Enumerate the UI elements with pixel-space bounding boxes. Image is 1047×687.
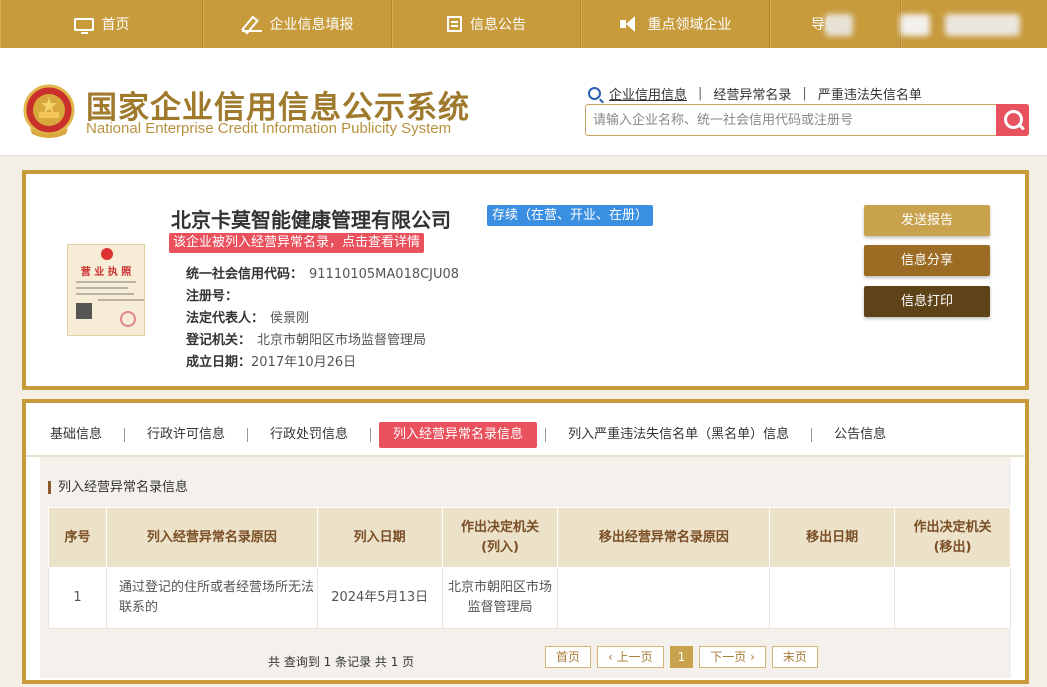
last-page-button[interactable]: 末页: [771, 646, 818, 668]
license-label: 营 业 执 照: [80, 267, 132, 278]
search-box: [585, 104, 1029, 136]
stamp-icon: [120, 311, 136, 327]
search-button[interactable]: [996, 104, 1029, 136]
redacted-area: [900, 14, 930, 36]
nav-filing-label: 企业信息填报: [269, 17, 354, 33]
abnormal-notice-link[interactable]: 该企业被列入经营异常名录，点击查看详情: [169, 233, 425, 253]
nav-announcements-label: 信息公告: [470, 17, 526, 33]
cell-authority-out: [894, 567, 1011, 629]
table-header-row: 序号 列入经营异常名录原因 列入日期 作出决定机关 (列入) 移出经营异常名录原…: [48, 507, 1011, 568]
nav-announcements[interactable]: 信息公告: [392, 0, 581, 48]
share-info-button[interactable]: 信息分享: [864, 245, 990, 276]
first-page-button[interactable]: 首页: [545, 646, 592, 668]
tab-admin-penalty[interactable]: 行政处罚信息: [256, 422, 362, 448]
col-header-index: 序号: [48, 507, 107, 568]
link-abnormal-list[interactable]: 经营异常名录: [713, 84, 791, 103]
detail-panel: 基础信息 行政许可信息 行政处罚信息 列入经营异常名录信息 列入严重违法失信名单…: [22, 399, 1029, 684]
search-type-links: 企业信用信息 | 经营异常名录 | 严重违法失信名单: [588, 84, 922, 103]
document-icon: [447, 16, 462, 32]
info-credit-code: 统一社会信用代码： 91110105MA018CJU08: [186, 267, 460, 282]
top-navigation: 首页 企业信息填报 信息公告 重点领域企业 导航: [0, 0, 1047, 48]
col-header-removal-date: 移出日期: [769, 507, 896, 568]
pagination: 首页 ‹ 上一页 1 下一页 › 末页: [545, 646, 818, 668]
info-tabs: 基础信息 行政许可信息 行政处罚信息 列入经营异常名录信息 列入严重违法失信名单…: [26, 413, 1025, 457]
prev-page-button[interactable]: ‹ 上一页: [597, 646, 664, 668]
current-page[interactable]: 1: [669, 646, 694, 668]
section-title: 列入经营异常名录信息: [48, 481, 188, 494]
col-header-reason: 列入经营异常名录原因: [105, 507, 318, 568]
col-header-authority-in: 作出决定机关 (列入): [441, 507, 559, 568]
info-reg-authority: 登记机关： 北京市朝阳区市场监督管理局: [186, 333, 427, 348]
col-header-authority-out: 作出决定机关 (移出): [894, 507, 1011, 568]
cell-index: 1: [48, 567, 107, 629]
link-blacklist[interactable]: 严重违法失信名单: [818, 84, 922, 103]
tab-basic-info[interactable]: 基础信息: [36, 422, 116, 448]
tab-admin-license[interactable]: 行政许可信息: [133, 422, 239, 448]
info-founded-date: 成立日期：2017年10月26日: [186, 355, 357, 370]
company-name: 北京卡莫智能健康管理有限公司: [171, 208, 451, 232]
redacted-area: [825, 14, 853, 36]
col-header-date: 列入日期: [316, 507, 443, 568]
speaker-icon: [619, 16, 640, 32]
tab-announcements[interactable]: 公告信息: [820, 422, 900, 448]
nav-home[interactable]: 首页: [0, 0, 203, 48]
abnormal-list-section: 列入经营异常名录信息 序号 列入经营异常名录原因 列入日期 作出决定机关 (列入…: [40, 457, 1011, 678]
nav-key-sectors[interactable]: 重点领域企业: [581, 0, 770, 48]
redacted-area: [945, 14, 1020, 36]
business-license-image[interactable]: 营 业 执 照: [67, 244, 145, 336]
search-input[interactable]: [586, 105, 986, 135]
record-count: 共 查询到 1 条记录 共 1 页: [268, 655, 415, 669]
status-badge: 存续（在营、开业、在册）: [487, 205, 654, 226]
info-reg-number: 注册号：: [186, 289, 239, 304]
tab-blacklist[interactable]: 列入严重违法失信名单（黑名单）信息: [554, 422, 803, 448]
cell-removal-date: [769, 567, 896, 629]
qr-code-icon: [76, 303, 92, 319]
pen-icon: [241, 16, 262, 32]
link-enterprise-credit[interactable]: 企业信用信息: [609, 84, 687, 103]
nav-key-sectors-label: 重点领域企业: [647, 17, 732, 33]
cell-reason: 通过登记的住所或者经营场所无法联系的: [105, 567, 318, 629]
search-icon: [588, 87, 601, 100]
cell-authority-in: 北京市朝阳区市场监督管理局: [441, 567, 559, 629]
monitor-icon: [73, 17, 94, 34]
info-legal-rep: 法定代表人： 侯景刚: [186, 311, 310, 326]
print-info-button[interactable]: 信息打印: [864, 286, 990, 317]
next-page-button[interactable]: 下一页 ›: [699, 646, 766, 668]
nav-home-label: 首页: [101, 17, 130, 33]
national-emblem-icon[interactable]: [22, 84, 76, 140]
site-title-en: National Enterprise Credit Information P…: [86, 120, 452, 137]
table-row: 1 通过登记的住所或者经营场所无法联系的 2024年5月13日 北京市朝阳区市场…: [48, 567, 1011, 629]
nav-enterprise-filing[interactable]: 企业信息填报: [203, 0, 392, 48]
company-card: 营 业 执 照 北京卡莫智能健康管理有限公司 存续（在营、开业、在册） 该企业被…: [22, 170, 1029, 390]
cell-removal-reason: [557, 567, 771, 629]
col-header-removal-reason: 移出经营异常名录原因: [557, 507, 771, 568]
abnormal-list-table: 序号 列入经营异常名录原因 列入日期 作出决定机关 (列入) 移出经营异常名录原…: [48, 507, 1011, 629]
tab-abnormal-list[interactable]: 列入经营异常名录信息: [379, 422, 538, 448]
cell-date: 2024年5月13日: [316, 567, 443, 629]
send-report-button[interactable]: 发送报告: [864, 205, 990, 236]
